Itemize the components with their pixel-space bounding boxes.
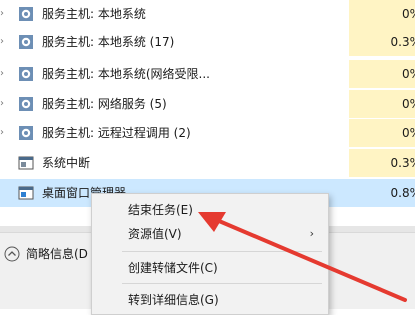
- process-row[interactable]: › 服务主机: 网络服务 (5) 0%: [0, 90, 415, 118]
- process-name: 服务主机: 本地系统: [42, 7, 146, 21]
- cpu-cell: 0%: [349, 119, 415, 147]
- cpu-cell: 0.3%: [349, 28, 415, 56]
- process-row[interactable]: › 服务主机: 本地系统 (17) 0.3%: [0, 28, 415, 56]
- system-window-icon: [18, 156, 34, 170]
- cpu-cell: 0.3%: [349, 149, 415, 177]
- process-name: 系统中断: [42, 156, 91, 170]
- expand-chevron-icon[interactable]: ›: [0, 68, 10, 80]
- menu-item-go-to-details[interactable]: 转到详细信息(G): [92, 288, 328, 312]
- menu-item-resource-values[interactable]: 资源值(V) ›: [92, 222, 328, 246]
- process-row[interactable]: 系统中断 0.3%: [0, 149, 415, 177]
- gear-icon: [19, 35, 33, 49]
- expand-chevron-icon[interactable]: ›: [0, 98, 10, 110]
- menu-item-label: 转到详细信息(G): [128, 293, 219, 307]
- menu-item-label: 创建转储文件(C): [128, 261, 218, 275]
- expand-chevron-icon[interactable]: ›: [0, 127, 10, 139]
- cpu-cell: 0%: [349, 60, 415, 88]
- expand-chevron-icon[interactable]: ›: [0, 8, 10, 20]
- menu-item-end-task[interactable]: 结束任务(E): [92, 198, 328, 222]
- submenu-arrow-icon: ›: [309, 227, 314, 240]
- gear-icon: [19, 67, 33, 81]
- menu-separator: [122, 283, 322, 284]
- gear-icon: [19, 97, 33, 111]
- process-name: 服务主机: 远程过程调用 (2): [42, 126, 191, 140]
- gear-icon: [19, 7, 33, 21]
- process-row[interactable]: › 服务主机: 本地系统(网络受限... 0%: [0, 60, 415, 88]
- cpu-cell: 0%: [349, 90, 415, 118]
- collapse-up-icon[interactable]: [4, 246, 20, 262]
- process-name: 服务主机: 本地系统 (17): [42, 35, 175, 49]
- menu-item-label: 结束任务(E): [128, 203, 193, 217]
- cpu-cell: 0.8%: [349, 179, 415, 207]
- gear-icon: [19, 126, 33, 140]
- process-name: 服务主机: 网络服务 (5): [42, 97, 167, 111]
- expand-chevron-icon[interactable]: ›: [0, 36, 10, 48]
- process-name: 服务主机: 本地系统(网络受限...: [42, 67, 210, 81]
- process-row[interactable]: › 服务主机: 本地系统 0%: [0, 0, 415, 28]
- menu-item-create-dump[interactable]: 创建转储文件(C): [92, 256, 328, 280]
- process-row[interactable]: › 服务主机: 远程过程调用 (2) 0%: [0, 119, 415, 147]
- cpu-cell: 0%: [349, 0, 415, 28]
- menu-item-label: 资源值(V): [128, 227, 182, 241]
- context-menu: 结束任务(E) 资源值(V) › 创建转储文件(C) 转到详细信息(G): [91, 193, 329, 315]
- desktop-window-icon: [18, 186, 34, 200]
- menu-separator: [122, 251, 322, 252]
- brief-info-link[interactable]: 简略信息(D: [26, 246, 88, 262]
